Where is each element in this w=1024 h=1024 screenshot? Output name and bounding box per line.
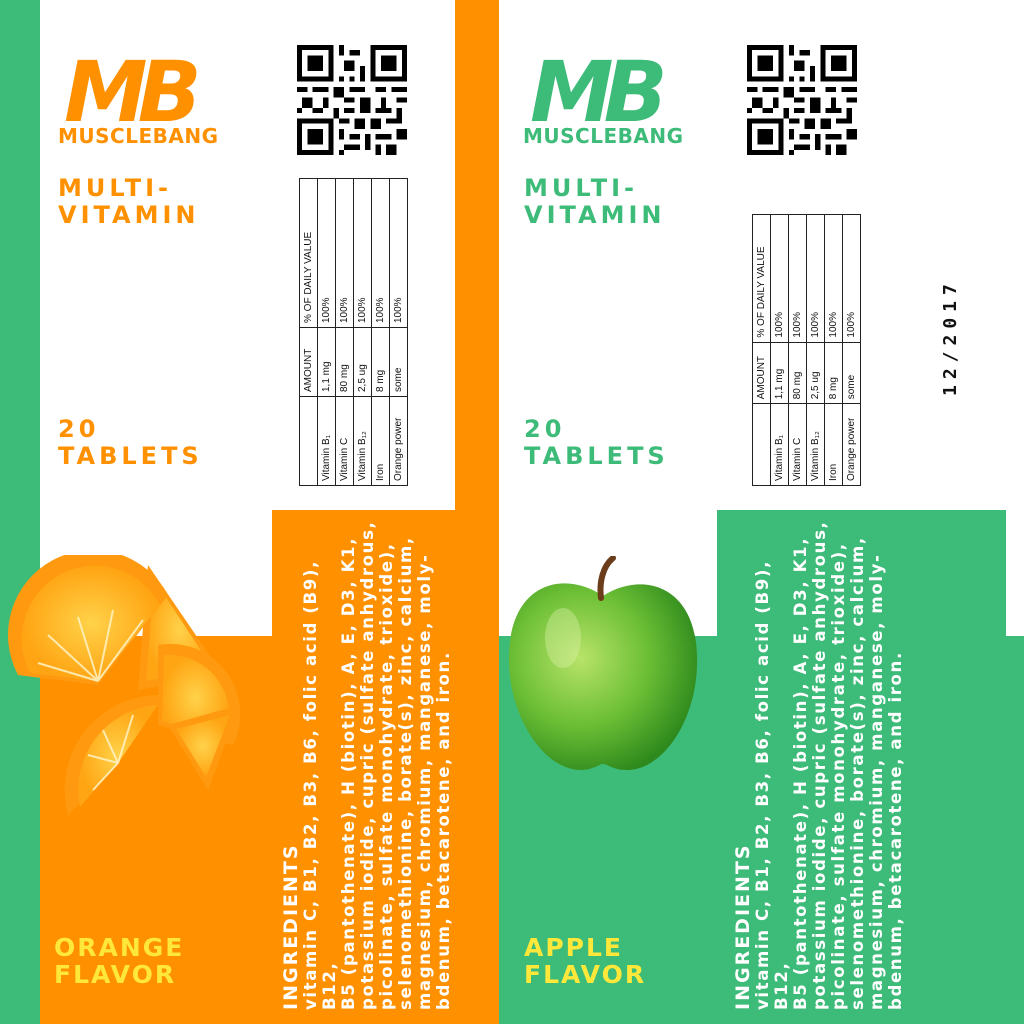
table-cell: AMOUNT <box>299 327 318 397</box>
left-product-line2: VITAMIN <box>58 201 200 229</box>
table-cell: % OF DAILY VALUE <box>752 214 771 343</box>
green-apple-icon <box>508 556 698 771</box>
ingredients-line: bdenum, betacarotene, and iron. <box>434 651 453 1010</box>
right-brand-name: MUSCLEBANG <box>523 124 684 148</box>
ingredients-line: picolinate, sulfate monohydrate, trioxid… <box>377 542 396 1010</box>
table-cell: 100% <box>806 214 825 343</box>
table-row: Vitamin B₁ 1,1 mg 100% <box>317 178 336 486</box>
table-cell: 100% <box>842 214 861 343</box>
table-cell: 100% <box>353 178 372 328</box>
table-cell: 100% <box>371 178 390 328</box>
production-date: 12/2017 <box>940 278 961 396</box>
table-cell: some <box>389 327 408 397</box>
table-cell: 2,5 ug <box>353 327 372 397</box>
left-green-strip <box>0 0 40 1024</box>
ingredients-heading: INGREDIENTS <box>280 843 302 1010</box>
left-count-line1: 20 <box>58 415 100 443</box>
ingredients-line: potassium iodide, cupric (sulfate anhydr… <box>810 520 829 1010</box>
table-cell: 80 mg <box>335 327 354 397</box>
left-flavor-line2: FLAVOR <box>54 960 177 989</box>
ingredients-line: picolinate, sulfate monohydrate, trioxid… <box>829 542 848 1010</box>
table-cell: Vitamin B₁₂ <box>353 396 372 486</box>
ingredients-line: selenomethionine, borate(s), zinc, calci… <box>396 536 415 1010</box>
right-flavor-line2: FLAVOR <box>524 960 647 989</box>
right-product-line1: MULTI- <box>524 174 638 202</box>
orange-slices-icon <box>8 555 241 815</box>
table-cell: Orange power <box>842 403 861 486</box>
ingredients-line: vitamin C, B1, B2, B3, B6, folic acid (B… <box>301 559 339 1010</box>
ingredients-line: selenomethionine, borate(s), zinc, calci… <box>848 536 867 1010</box>
table-cell: 2,5 ug <box>806 342 825 404</box>
table-row: Orange power some 100% <box>842 214 861 486</box>
table-row: AMOUNT % OF DAILY VALUE <box>299 178 318 486</box>
table-cell: Vitamin C <box>788 403 807 486</box>
table-cell: AMOUNT <box>752 342 771 404</box>
table-cell: 100% <box>389 178 408 328</box>
ingredients-line: bdenum, betacarotene, and iron. <box>886 651 905 1010</box>
table-row: Vitamin C 80 mg 100% <box>335 178 354 486</box>
table-cell: some <box>842 342 861 404</box>
table-row: Iron 8 mg 100% <box>371 178 390 486</box>
right-count-line1: 20 <box>524 415 566 443</box>
table-cell: Vitamin B₁ <box>317 396 336 486</box>
ingredients-line: vitamin C, B1, B2, B3, B6, folic acid (B… <box>753 559 791 1010</box>
ingredients-line: B5 (pantothenate), H (biotin), A, E, D3,… <box>339 536 358 1010</box>
table-row: Iron 8 mg 100% <box>824 214 843 486</box>
left-brand-name: MUSCLEBANG <box>58 124 219 148</box>
right-logo-mb: MB <box>530 43 668 141</box>
table-row: Vitamin C 80 mg 100% <box>788 214 807 486</box>
table-row: Vitamin B₁ 1,1 mg 100% <box>770 214 789 486</box>
ingredients-line: potassium iodide, cupric (sulfate anhydr… <box>358 520 377 1010</box>
left-product-line1: MULTI- <box>58 174 172 202</box>
table-cell: Vitamin B₁₂ <box>806 403 825 486</box>
table-cell: Orange power <box>389 396 408 486</box>
table-cell: 100% <box>335 178 354 328</box>
table-row: Vitamin B₁₂ 2,5 ug 100% <box>806 214 825 486</box>
left-ingredients-text: INGREDIENTS vitamin C, B1, B2, B3, B6, f… <box>280 510 453 1010</box>
table-cell: 8 mg <box>824 342 843 404</box>
left-logo-mb: MB <box>64 43 202 141</box>
right-count-line2: TABLETS <box>524 442 669 470</box>
table-row: Vitamin B₁₂ 2,5 ug 100% <box>353 178 372 486</box>
table-cell: 100% <box>770 214 789 343</box>
right-qr-code-icon <box>747 45 857 155</box>
table-cell: Vitamin B₁ <box>770 403 789 486</box>
table-cell: Iron <box>824 403 843 486</box>
left-qr-code-icon <box>297 45 407 155</box>
right-nutrition-table: AMOUNT % OF DAILY VALUE Vitamin B₁ 1,1 m… <box>752 214 861 486</box>
table-row: AMOUNT % OF DAILY VALUE <box>752 214 771 486</box>
table-cell: 1,1 mg <box>770 342 789 404</box>
table-cell: 8 mg <box>371 327 390 397</box>
ingredients-line: magnesium, chromium, manganese, moly- <box>867 553 886 1010</box>
table-cell <box>299 396 318 486</box>
table-cell: % OF DAILY VALUE <box>299 178 318 328</box>
ingredients-line: B5 (pantothenate), H (biotin), A, E, D3,… <box>791 536 810 1010</box>
right-ingredients-text: INGREDIENTS vitamin C, B1, B2, B3, B6, f… <box>732 510 905 1010</box>
table-row: Orange power some 100% <box>389 178 408 486</box>
table-cell: 100% <box>317 178 336 328</box>
right-product-line2: VITAMIN <box>524 201 666 229</box>
left-count-line2: TABLETS <box>58 442 203 470</box>
ingredients-line: magnesium, chromium, manganese, moly- <box>415 553 434 1010</box>
table-cell: 100% <box>824 214 843 343</box>
left-flavor-line1: ORANGE <box>54 933 185 962</box>
table-cell: 80 mg <box>788 342 807 404</box>
table-cell: Vitamin C <box>335 396 354 486</box>
table-cell: 100% <box>788 214 807 343</box>
table-cell: 1,1 mg <box>317 327 336 397</box>
table-cell: Iron <box>371 396 390 486</box>
table-cell <box>752 403 771 486</box>
left-nutrition-table: AMOUNT % OF DAILY VALUE Vitamin B₁ 1,1 m… <box>299 178 408 486</box>
ingredients-heading: INGREDIENTS <box>732 843 754 1010</box>
right-flavor-line1: APPLE <box>524 933 624 962</box>
